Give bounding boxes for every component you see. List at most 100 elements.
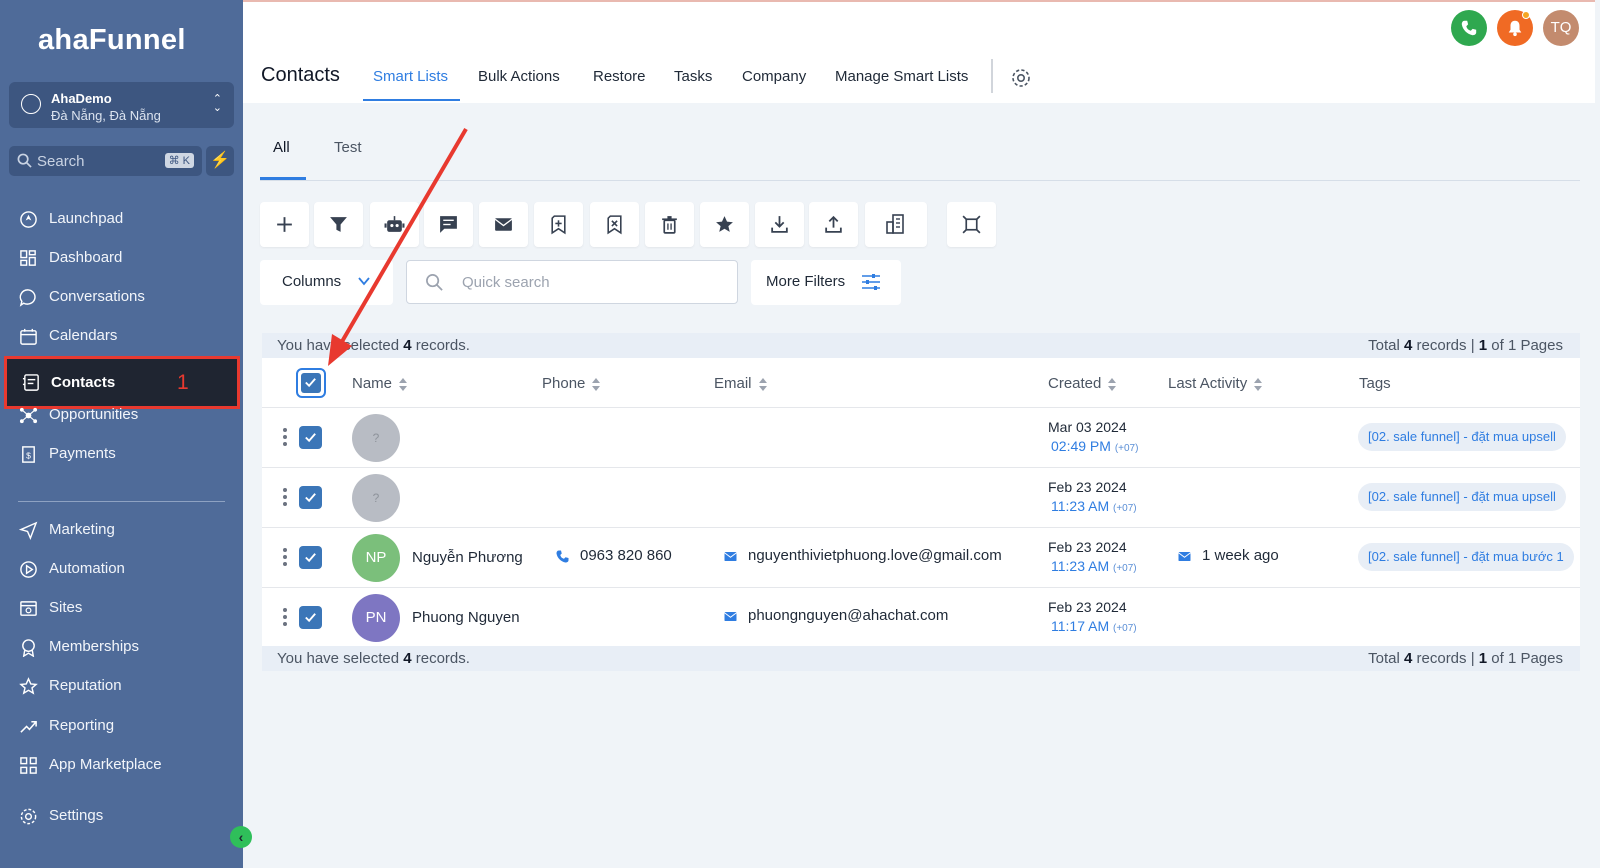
tab-tasks[interactable]: Tasks bbox=[674, 68, 712, 85]
sidebar-item-calendars[interactable]: Calendars bbox=[0, 319, 243, 353]
checkmark-icon bbox=[305, 378, 316, 388]
row-menu-icon[interactable] bbox=[283, 608, 287, 628]
row-checkbox[interactable] bbox=[299, 546, 322, 569]
sidebar-item-dashboard[interactable]: Dashboard bbox=[0, 241, 243, 275]
sidebar-item-label: App Marketplace bbox=[49, 756, 162, 773]
send-email-button[interactable] bbox=[479, 202, 528, 247]
settings-gear-icon[interactable] bbox=[1010, 67, 1032, 89]
checkmark-icon bbox=[305, 553, 316, 563]
phone-button[interactable] bbox=[1451, 10, 1487, 46]
sidebar-item-marketing[interactable]: Marketing bbox=[0, 513, 243, 547]
sort-icon bbox=[1254, 377, 1263, 391]
apps-icon bbox=[20, 757, 37, 774]
tab-bulk-actions[interactable]: Bulk Actions bbox=[478, 68, 560, 85]
table-row[interactable]: NP Nguyễn Phương 0963 820 860 nguyenthiv… bbox=[262, 528, 1580, 588]
contact-email[interactable]: phuongnguyen@ahachat.com bbox=[723, 607, 948, 624]
created-time: 02:49 PM (+07) bbox=[1051, 438, 1139, 454]
tag-chip[interactable]: [02. sale funnel] - đặt mua bước 1 bbox=[1358, 543, 1574, 571]
sidebar-item-label: Marketing bbox=[49, 521, 115, 538]
app-logo[interactable]: ahaFunnel bbox=[38, 24, 186, 57]
columns-label: Columns bbox=[282, 273, 342, 290]
gear-icon bbox=[20, 808, 37, 825]
sidebar-item-conversations[interactable]: Conversations bbox=[0, 280, 243, 314]
tab-company[interactable]: Company bbox=[742, 68, 806, 85]
select-all-checkbox[interactable] bbox=[296, 368, 326, 398]
delete-button[interactable] bbox=[645, 202, 694, 247]
add-to-company-button[interactable] bbox=[865, 202, 927, 247]
merge-contacts-button[interactable] bbox=[947, 202, 996, 247]
sidebar-item-label: Conversations bbox=[49, 288, 145, 305]
badge-icon bbox=[22, 639, 35, 657]
subtab-all[interactable]: All bbox=[273, 139, 290, 156]
sidebar-item-settings[interactable]: Settings bbox=[0, 799, 243, 833]
tab-smart-lists[interactable]: Smart Lists bbox=[373, 68, 448, 85]
sidebar-item-app-marketplace[interactable]: App Marketplace bbox=[0, 748, 243, 782]
phone-icon bbox=[556, 550, 569, 563]
tab-manage-smart-lists[interactable]: Manage Smart Lists bbox=[835, 68, 968, 85]
avatar: ? bbox=[352, 414, 400, 462]
quick-search-input[interactable]: Quick search bbox=[406, 260, 738, 304]
company-icon bbox=[886, 214, 904, 234]
row-checkbox[interactable] bbox=[299, 606, 322, 629]
sidebar-item-payments[interactable]: $ Payments bbox=[0, 437, 243, 471]
remove-tag-button[interactable] bbox=[590, 202, 639, 247]
last-activity: 1 week ago bbox=[1177, 547, 1279, 564]
subtab-test[interactable]: Test bbox=[334, 139, 362, 156]
automation-bot-button[interactable] bbox=[370, 202, 419, 247]
send-sms-button[interactable] bbox=[424, 202, 473, 247]
quick-action-bolt-icon[interactable]: ⚡ bbox=[206, 146, 234, 176]
contact-email[interactable]: nguyenthivietphuong.love@gmail.com bbox=[723, 547, 1002, 564]
row-menu-icon[interactable] bbox=[283, 548, 287, 568]
sidebar-search[interactable]: Search ⌘ K bbox=[9, 146, 202, 176]
page-title: Contacts bbox=[261, 64, 340, 86]
checkmark-icon bbox=[305, 613, 316, 623]
row-menu-icon[interactable] bbox=[283, 428, 287, 448]
sidebar-item-label: Contacts bbox=[51, 374, 116, 391]
row-checkbox[interactable] bbox=[299, 426, 322, 449]
add-contact-button[interactable] bbox=[260, 202, 309, 247]
account-switcher[interactable]: AhaDemo Đà Nẵng, Đà Nẵng ⌃ ⌄ bbox=[9, 82, 234, 128]
sidebar-item-sites[interactable]: Sites bbox=[0, 591, 243, 625]
tab-restore[interactable]: Restore bbox=[593, 68, 646, 85]
export-button[interactable] bbox=[755, 202, 804, 247]
tag-chip[interactable]: [02. sale funnel] - đặt mua upsell bbox=[1358, 423, 1566, 451]
notification-dot bbox=[1522, 11, 1530, 19]
sidebar-item-label: Launchpad bbox=[49, 210, 124, 227]
collapse-sidebar-button[interactable]: ‹ bbox=[230, 826, 252, 848]
created-time: 11:17 AM (+07) bbox=[1051, 618, 1137, 634]
contact-name[interactable]: Nguyễn Phương bbox=[412, 549, 523, 566]
sidebar-item-opportunities[interactable]: Opportunities bbox=[0, 398, 243, 432]
sidebar-item-launchpad[interactable]: Launchpad bbox=[0, 202, 243, 236]
sidebar-item-label: Memberships bbox=[49, 638, 140, 655]
row-menu-icon[interactable] bbox=[283, 488, 287, 508]
sidebar-item-automation[interactable]: Automation bbox=[0, 552, 243, 586]
notifications-button[interactable] bbox=[1497, 10, 1533, 46]
column-header-phone[interactable]: Phone bbox=[542, 375, 601, 392]
table-row[interactable]: ? Feb 23 2024 11:23 AM (+07) [02. sale f… bbox=[262, 468, 1580, 528]
created-time: 11:23 AM (+07) bbox=[1051, 558, 1137, 574]
table-row[interactable]: ? Mar 03 2024 02:49 PM (+07) [02. sale f… bbox=[262, 408, 1580, 468]
add-tag-button[interactable] bbox=[534, 202, 583, 247]
add-icon bbox=[277, 217, 292, 232]
column-header-created[interactable]: Created bbox=[1048, 375, 1117, 392]
sidebar-item-reporting[interactable]: Reporting bbox=[0, 709, 243, 743]
contact-phone[interactable]: 0963 820 860 bbox=[555, 547, 672, 564]
created-date: Feb 23 2024 bbox=[1048, 479, 1127, 495]
sidebar-item-memberships[interactable]: Memberships bbox=[0, 630, 243, 664]
row-checkbox[interactable] bbox=[299, 486, 322, 509]
import-button[interactable] bbox=[809, 202, 858, 247]
contact-name[interactable]: Phuong Nguyen bbox=[412, 609, 520, 626]
sidebar-item-reputation[interactable]: Reputation bbox=[0, 669, 243, 703]
filter-button[interactable] bbox=[314, 202, 363, 247]
user-avatar[interactable]: TQ bbox=[1543, 10, 1579, 46]
table-row[interactable]: PN Phuong Nguyen phuongnguyen@ahachat.co… bbox=[262, 588, 1580, 648]
review-request-button[interactable] bbox=[700, 202, 749, 247]
column-header-name[interactable]: Name bbox=[352, 375, 408, 392]
email-icon bbox=[724, 551, 737, 561]
avatar: NP bbox=[352, 534, 400, 582]
tag-chip[interactable]: [02. sale funnel] - đặt mua upsell bbox=[1358, 483, 1566, 511]
column-header-email[interactable]: Email bbox=[714, 375, 768, 392]
column-header-last-activity[interactable]: Last Activity bbox=[1168, 375, 1263, 392]
columns-dropdown[interactable]: Columns bbox=[260, 260, 393, 305]
more-filters-button[interactable]: More Filters bbox=[751, 260, 901, 305]
